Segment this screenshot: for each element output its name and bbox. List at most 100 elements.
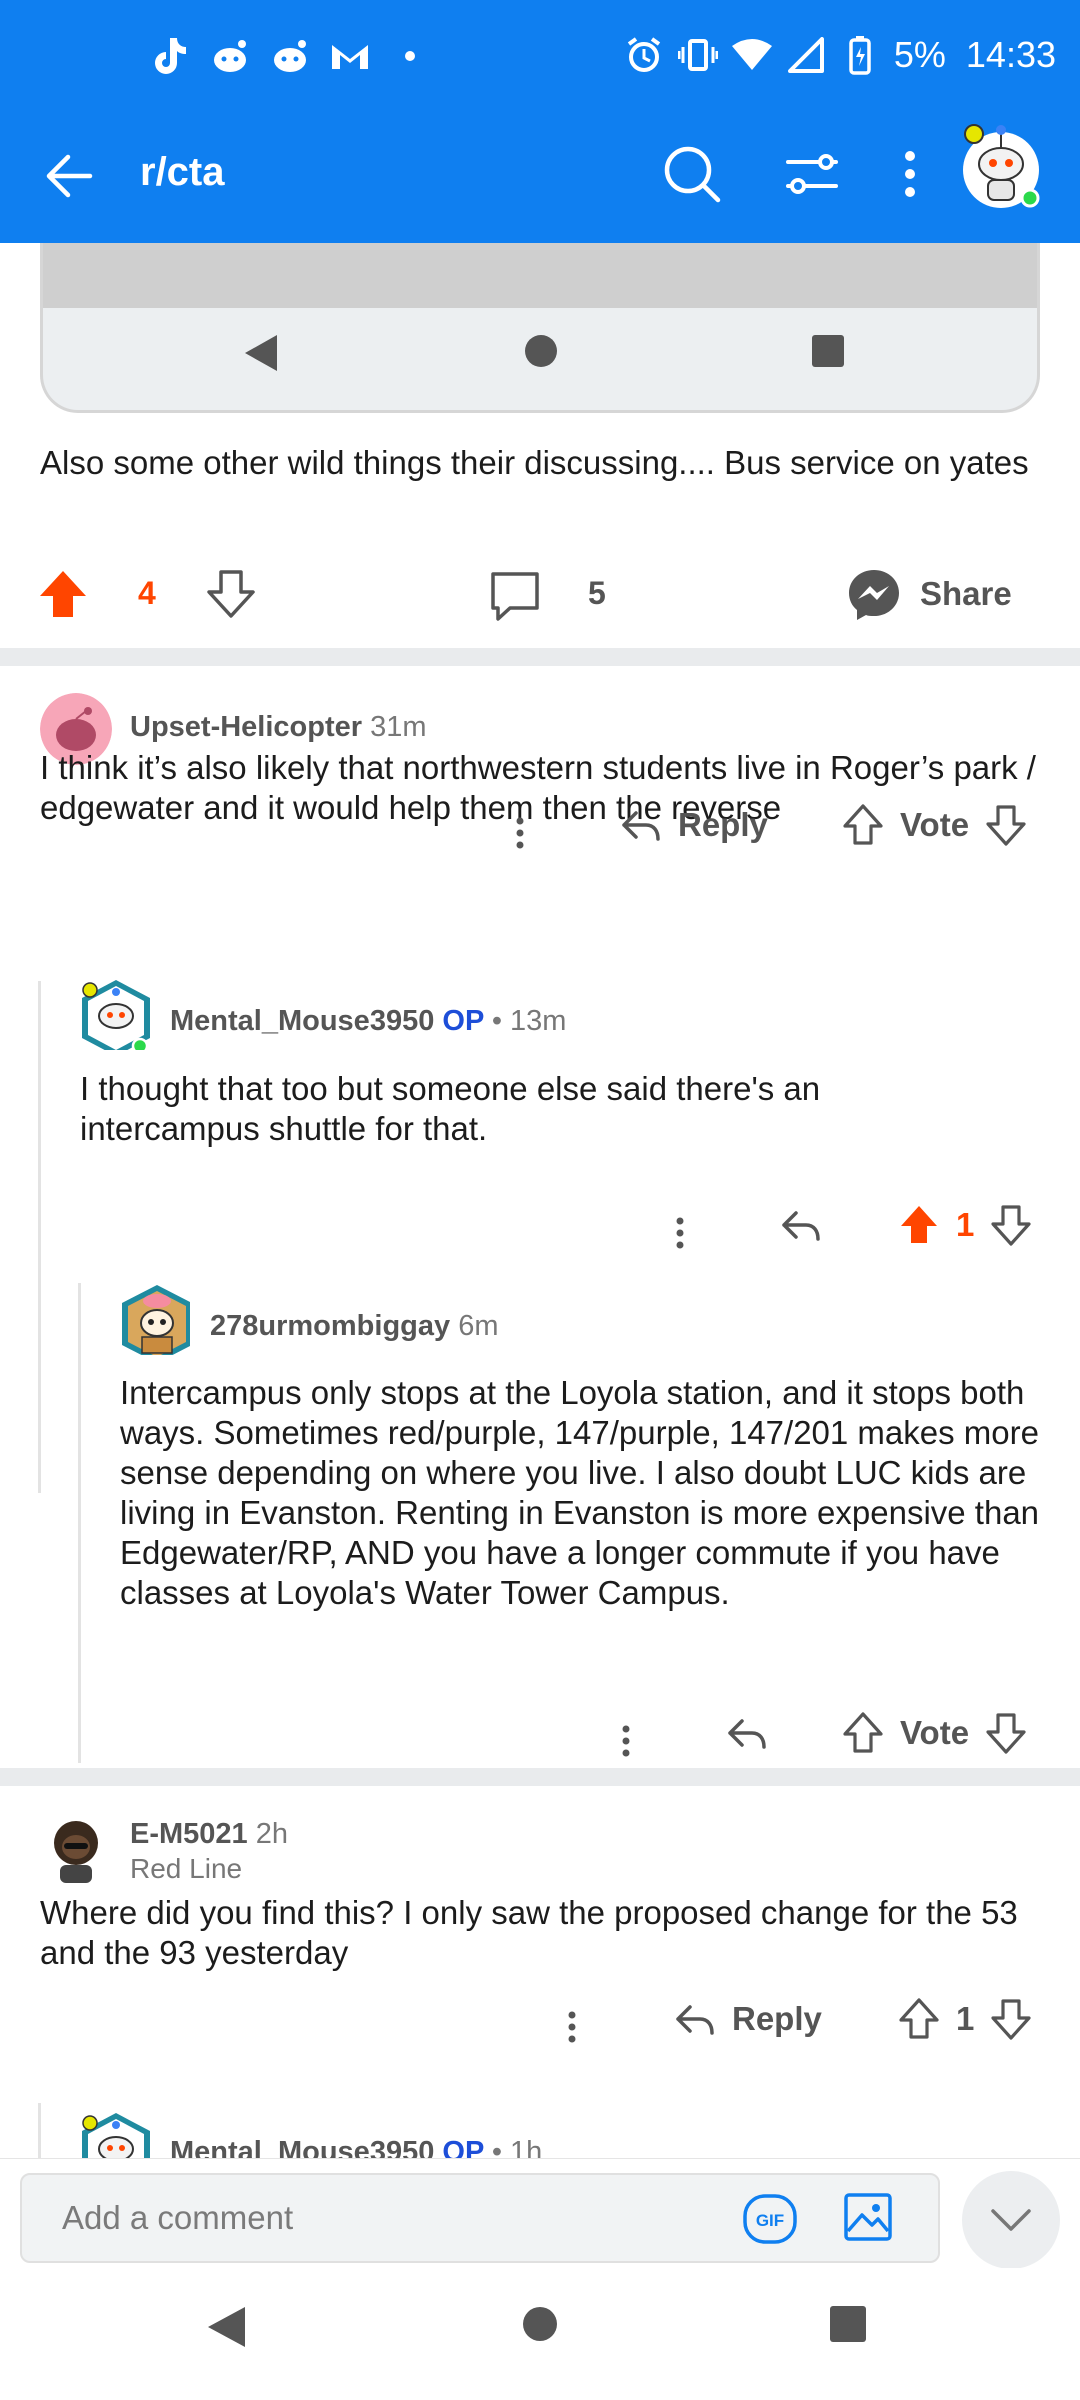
username[interactable]: Mental_Mouse3950 — [170, 2136, 434, 2158]
search-button[interactable] — [660, 142, 724, 206]
reply-button[interactable] — [778, 1203, 822, 1247]
username[interactable]: Mental_Mouse3950 — [170, 1005, 434, 1037]
comment-action-bar: Reply Vote — [0, 803, 1080, 863]
post-downvote-button[interactable] — [206, 569, 256, 624]
image-icon — [844, 2193, 892, 2241]
post-comments-button[interactable] — [488, 569, 542, 628]
comment-action-bar: 1 — [0, 1203, 1080, 1263]
more-options-button[interactable] — [885, 142, 935, 206]
avatar[interactable] — [78, 2111, 150, 2158]
comment-action-bar: Vote — [0, 1711, 1080, 1771]
comment-author[interactable]: E-M5021 2h — [130, 1818, 288, 1851]
comment-time: • 13m — [491, 1005, 567, 1037]
kebab-menu-icon — [905, 151, 915, 197]
image-nav-home-icon — [521, 331, 561, 376]
comment-action-bar: Reply 1 — [0, 1997, 1080, 2057]
reply-icon — [782, 1211, 820, 1241]
share-label[interactable]: Share — [920, 575, 1012, 613]
system-indicators: 5% 14:33 — [624, 34, 1056, 76]
system-back-button[interactable] — [205, 2304, 247, 2355]
op-badge: OP — [442, 1005, 484, 1037]
post-comment-count: 5 — [588, 575, 606, 611]
gif-button[interactable]: GIF — [742, 2193, 798, 2250]
upvote-icon[interactable] — [898, 1997, 940, 2041]
comment-more-button[interactable] — [562, 1997, 582, 2057]
avatar[interactable] — [118, 1283, 190, 1355]
post-detail: Also some other wild things their discus… — [0, 243, 1080, 2158]
comment-author[interactable]: 278urmombiggay 6m — [210, 1310, 499, 1343]
username[interactable]: 278urmombiggay — [210, 1310, 450, 1342]
vote-control: Vote — [842, 803, 1027, 847]
chevron-down-icon — [991, 2209, 1031, 2231]
comment-more-button[interactable] — [510, 803, 530, 863]
username[interactable]: E-M5021 — [130, 1818, 248, 1850]
kebab-menu-icon — [568, 2011, 576, 2043]
upvote-filled-icon[interactable] — [898, 1203, 940, 1247]
clock: 14:33 — [965, 34, 1056, 75]
user-flair: Red Line — [130, 1853, 243, 1884]
upvote-icon[interactable] — [842, 1711, 884, 1755]
comment-time: 6m — [458, 1310, 499, 1342]
system-home-button[interactable] — [520, 2304, 560, 2349]
system-recents-button[interactable] — [828, 2304, 868, 2349]
sort-filter-button[interactable] — [780, 142, 844, 206]
comment-body: Where did you find this? I only saw the … — [40, 1894, 1018, 1971]
app-header: 5% 14:33 r/cta — [0, 0, 1080, 243]
downvote-icon[interactable] — [985, 1711, 1027, 1755]
comment-bubble-icon — [491, 572, 539, 621]
comment-author[interactable]: Upset-Helicopter 31m — [130, 711, 427, 744]
reply-icon — [728, 1719, 766, 1749]
post-image[interactable] — [40, 243, 1040, 413]
comment-more-button[interactable] — [616, 1711, 636, 1771]
image-nav-back-icon — [243, 333, 279, 378]
reply-button[interactable]: Reply — [672, 1997, 822, 2041]
alarm-icon — [624, 35, 664, 75]
home-circle-icon — [523, 2307, 557, 2341]
user-avatar-button[interactable] — [958, 120, 1044, 210]
more-notifications-dot — [390, 36, 430, 76]
downvote-icon[interactable] — [990, 1997, 1032, 2041]
post-upvote-button[interactable] — [38, 569, 88, 624]
back-arrow-icon — [46, 154, 93, 198]
add-comment-input[interactable]: Add a comment GIF — [20, 2173, 940, 2263]
comment-composer-bar: Add a comment GIF — [0, 2158, 1080, 2269]
downvote-icon — [207, 570, 255, 618]
nav-bar: r/cta — [0, 120, 1080, 230]
comment-author[interactable]: Mental_Mouse3950 OP • 13m — [170, 1005, 566, 1038]
kebab-menu-icon — [622, 1725, 630, 1757]
reply-button[interactable] — [724, 1711, 768, 1755]
vote-control: Vote — [842, 1711, 1027, 1755]
back-button[interactable] — [38, 144, 102, 208]
avatar[interactable] — [40, 1813, 112, 1885]
notification-icons — [150, 36, 430, 76]
signal-icon — [786, 35, 826, 75]
image-upload-button[interactable] — [842, 2191, 894, 2248]
status-bar: 5% 14:33 — [0, 0, 1080, 110]
comment-time: 31m — [370, 711, 427, 743]
downvote-icon[interactable] — [990, 1203, 1032, 1247]
collapse-button[interactable] — [962, 2171, 1060, 2269]
share-button[interactable] — [846, 567, 902, 628]
reddit-notification-icon-2 — [270, 36, 310, 76]
avatar[interactable] — [78, 978, 150, 1050]
section-divider — [0, 1768, 1080, 1786]
add-comment-placeholder: Add a comment — [62, 2199, 294, 2236]
username[interactable]: Upset-Helicopter — [130, 711, 362, 743]
upvote-icon[interactable] — [842, 803, 884, 847]
avatar — [963, 124, 1040, 208]
reply-icon — [622, 811, 660, 841]
thread-line[interactable] — [78, 1283, 81, 1763]
post-score: 4 — [138, 575, 156, 611]
comment-author[interactable]: Mental_Mouse3950 OP • 1h — [170, 2136, 542, 2158]
comment-body: Intercampus only stops at the Loyola sta… — [120, 1374, 1040, 1611]
thread-line[interactable] — [38, 2103, 41, 2158]
system-navigation-bar — [0, 2268, 1080, 2400]
vote-score: 1 — [956, 1206, 975, 1243]
comment-more-button[interactable] — [670, 1203, 690, 1263]
subreddit-title[interactable]: r/cta — [140, 150, 225, 195]
gif-icon: GIF — [743, 2194, 797, 2244]
reply-button[interactable]: Reply — [618, 803, 768, 847]
image-nav-recents-icon — [808, 331, 848, 376]
downvote-icon[interactable] — [985, 803, 1027, 847]
vote-score: 1 — [956, 2000, 975, 2037]
